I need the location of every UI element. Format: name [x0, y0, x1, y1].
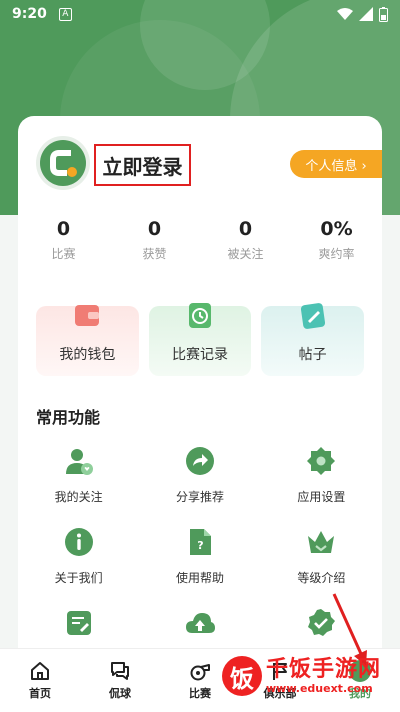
watermark-url: www.eduext.com — [266, 681, 373, 695]
share-icon — [185, 447, 214, 475]
feature-label: 应用设置 — [297, 490, 346, 504]
notification-badge-icon: A — [58, 7, 72, 21]
cloud-upload-icon — [185, 613, 215, 633]
watermark: 饭 千饭手游网 www.eduext.com — [222, 656, 381, 696]
feature-help[interactable]: ? 使用帮助 — [139, 527, 260, 586]
svg-text:?: ? — [197, 539, 203, 552]
section-title: 常用功能 — [36, 408, 101, 427]
help-doc-icon: ? — [189, 529, 211, 555]
stat-likes[interactable]: 0 获赞 — [109, 218, 200, 262]
crown-icon — [308, 531, 335, 553]
feature-note[interactable] — [18, 608, 139, 650]
tab-label: 侃球 — [109, 687, 131, 700]
stat-label: 获赞 — [142, 247, 167, 261]
tab-chat[interactable]: 侃球 — [80, 649, 160, 712]
quick-action-label: 比赛记录 — [172, 347, 228, 363]
user-heart-icon — [65, 449, 93, 475]
tab-label: 比赛 — [189, 687, 211, 700]
stat-label: 爽约率 — [318, 247, 355, 261]
gear-icon — [307, 447, 336, 475]
stat-value: 0% — [320, 218, 353, 240]
info-icon — [64, 528, 93, 556]
whistle-icon — [190, 664, 210, 681]
stat-value: 0 — [147, 218, 162, 240]
signal-icon — [359, 7, 373, 21]
stat-followers[interactable]: 0 被关注 — [200, 218, 291, 262]
feature-label: 使用帮助 — [175, 571, 224, 585]
posts-button[interactable]: 帖子 — [261, 303, 365, 376]
watermark-logo: 饭 — [222, 656, 262, 696]
quick-action-label: 我的钱包 — [59, 347, 116, 363]
feature-label: 我的关注 — [54, 490, 103, 504]
feature-label: 分享推荐 — [175, 490, 224, 504]
feature-label: 等级介绍 — [297, 571, 346, 585]
feature-share[interactable]: 分享推荐 — [139, 446, 260, 505]
status-time: 9:20 — [12, 6, 47, 22]
home-icon — [31, 662, 49, 680]
stats-row: 0 比赛 0 获赞 0 被关注 0% 爽约率 — [18, 218, 382, 262]
stat-label: 比赛 — [51, 247, 76, 261]
tab-label: 首页 — [29, 687, 51, 700]
feature-label: 关于我们 — [54, 571, 103, 585]
edit-icon — [300, 303, 325, 329]
wallet-icon — [75, 305, 100, 326]
feature-my-follows[interactable]: 我的关注 — [18, 446, 139, 505]
personal-info-button[interactable]: 个人信息 › — [290, 150, 382, 178]
tab-home[interactable]: 首页 — [0, 649, 80, 712]
chat-icon — [111, 662, 129, 680]
stat-value: 0 — [56, 218, 71, 240]
status-bar: 9:20 A — [0, 0, 400, 28]
wallet-button[interactable]: 我的钱包 — [36, 305, 139, 376]
feature-app-settings[interactable]: 应用设置 — [261, 446, 382, 505]
feature-level-intro[interactable]: 等级介绍 — [261, 527, 382, 586]
battery-icon — [379, 6, 388, 22]
quick-actions: 我的钱包 比赛记录 帖子 — [36, 303, 365, 376]
feature-about-us[interactable]: 关于我们 — [18, 527, 139, 586]
app-logo-icon — [40, 140, 86, 186]
wifi-icon — [337, 8, 353, 20]
feature-upload[interactable] — [139, 608, 260, 650]
login-button[interactable]: 立即登录 — [94, 144, 191, 186]
stat-value: 0 — [238, 218, 253, 240]
stat-matches[interactable]: 0 比赛 — [18, 218, 109, 262]
stat-label: 被关注 — [227, 247, 264, 261]
stat-noshow-rate[interactable]: 0% 爽约率 — [291, 218, 382, 262]
avatar[interactable] — [36, 136, 90, 190]
clock-icon — [189, 303, 211, 328]
note-edit-icon — [66, 611, 91, 635]
match-record-button[interactable]: 比赛记录 — [148, 303, 252, 376]
quick-action-label: 帖子 — [298, 347, 327, 363]
watermark-title: 千饭手游网 — [266, 656, 382, 682]
